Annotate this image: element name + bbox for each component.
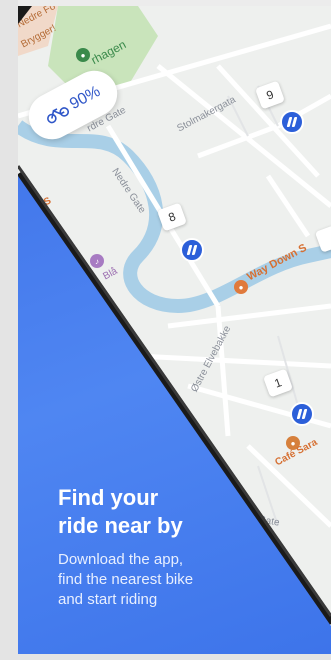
app-promo-card: ● ♪ ● ● Nedre Fo Brygger! rhagen rdre Ga…: [18, 6, 331, 654]
promo-subtext: Download the app, find the nearest bike …: [58, 550, 288, 610]
subtext-line-1: Download the app,: [58, 551, 184, 568]
battery-percent: 90%: [66, 82, 104, 114]
headline-line-2: ride near by: [58, 513, 183, 538]
music-poi-icon[interactable]: ♪: [90, 254, 104, 268]
screenshot-frame-left: [0, 0, 18, 660]
bike-station-pin[interactable]: [180, 238, 204, 262]
subtext-line-3: and start riding: [58, 591, 158, 608]
subtext-line-2: find the nearest bike: [58, 571, 194, 588]
food-poi-icon[interactable]: ●: [234, 280, 248, 294]
screenshot-frame-bottom: [0, 654, 331, 660]
bike-icon: [47, 107, 70, 124]
bike-station-pin[interactable]: [290, 402, 314, 426]
promo-headline: Find your ride near by: [58, 484, 288, 540]
bike-station-pin[interactable]: [280, 110, 304, 134]
headline-line-1: Find your: [58, 485, 159, 510]
